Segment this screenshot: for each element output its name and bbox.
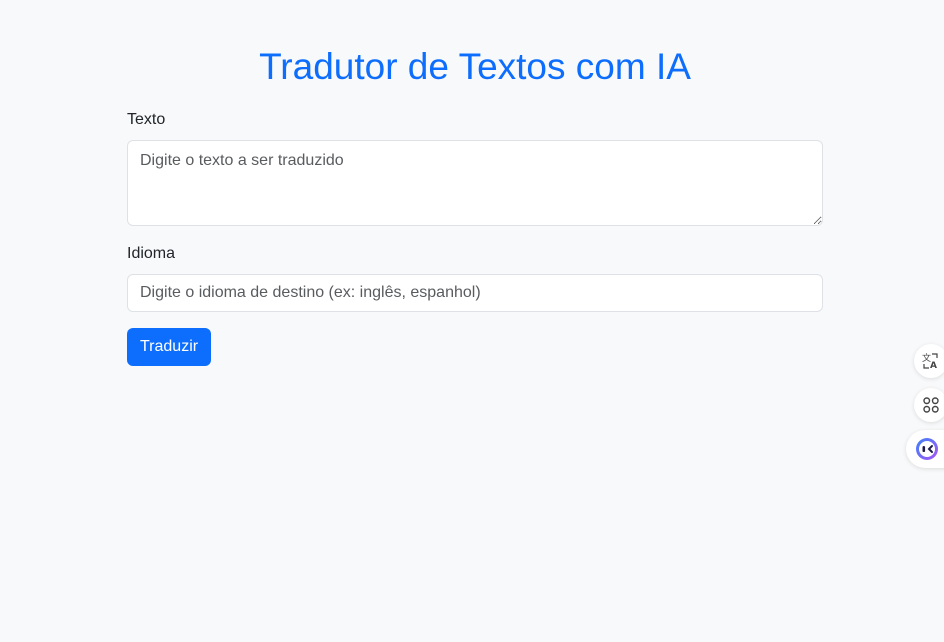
language-input[interactable] <box>127 274 823 312</box>
ai-assistant-button[interactable] <box>906 430 944 468</box>
page-title: Tradutor de Textos com IA <box>259 46 691 87</box>
text-label: Texto <box>127 111 166 128</box>
translate-icon: 文 A <box>922 352 940 370</box>
svg-text:A: A <box>930 361 937 370</box>
translate-tool-button[interactable]: 文 A <box>914 344 944 378</box>
apps-grid-icon <box>922 396 940 414</box>
ai-assistant-icon <box>914 436 940 462</box>
apps-tool-button[interactable] <box>914 388 944 422</box>
translate-button[interactable]: Traduzir <box>127 328 212 366</box>
text-input-area[interactable] <box>127 140 823 226</box>
language-label: Idioma <box>127 245 176 262</box>
